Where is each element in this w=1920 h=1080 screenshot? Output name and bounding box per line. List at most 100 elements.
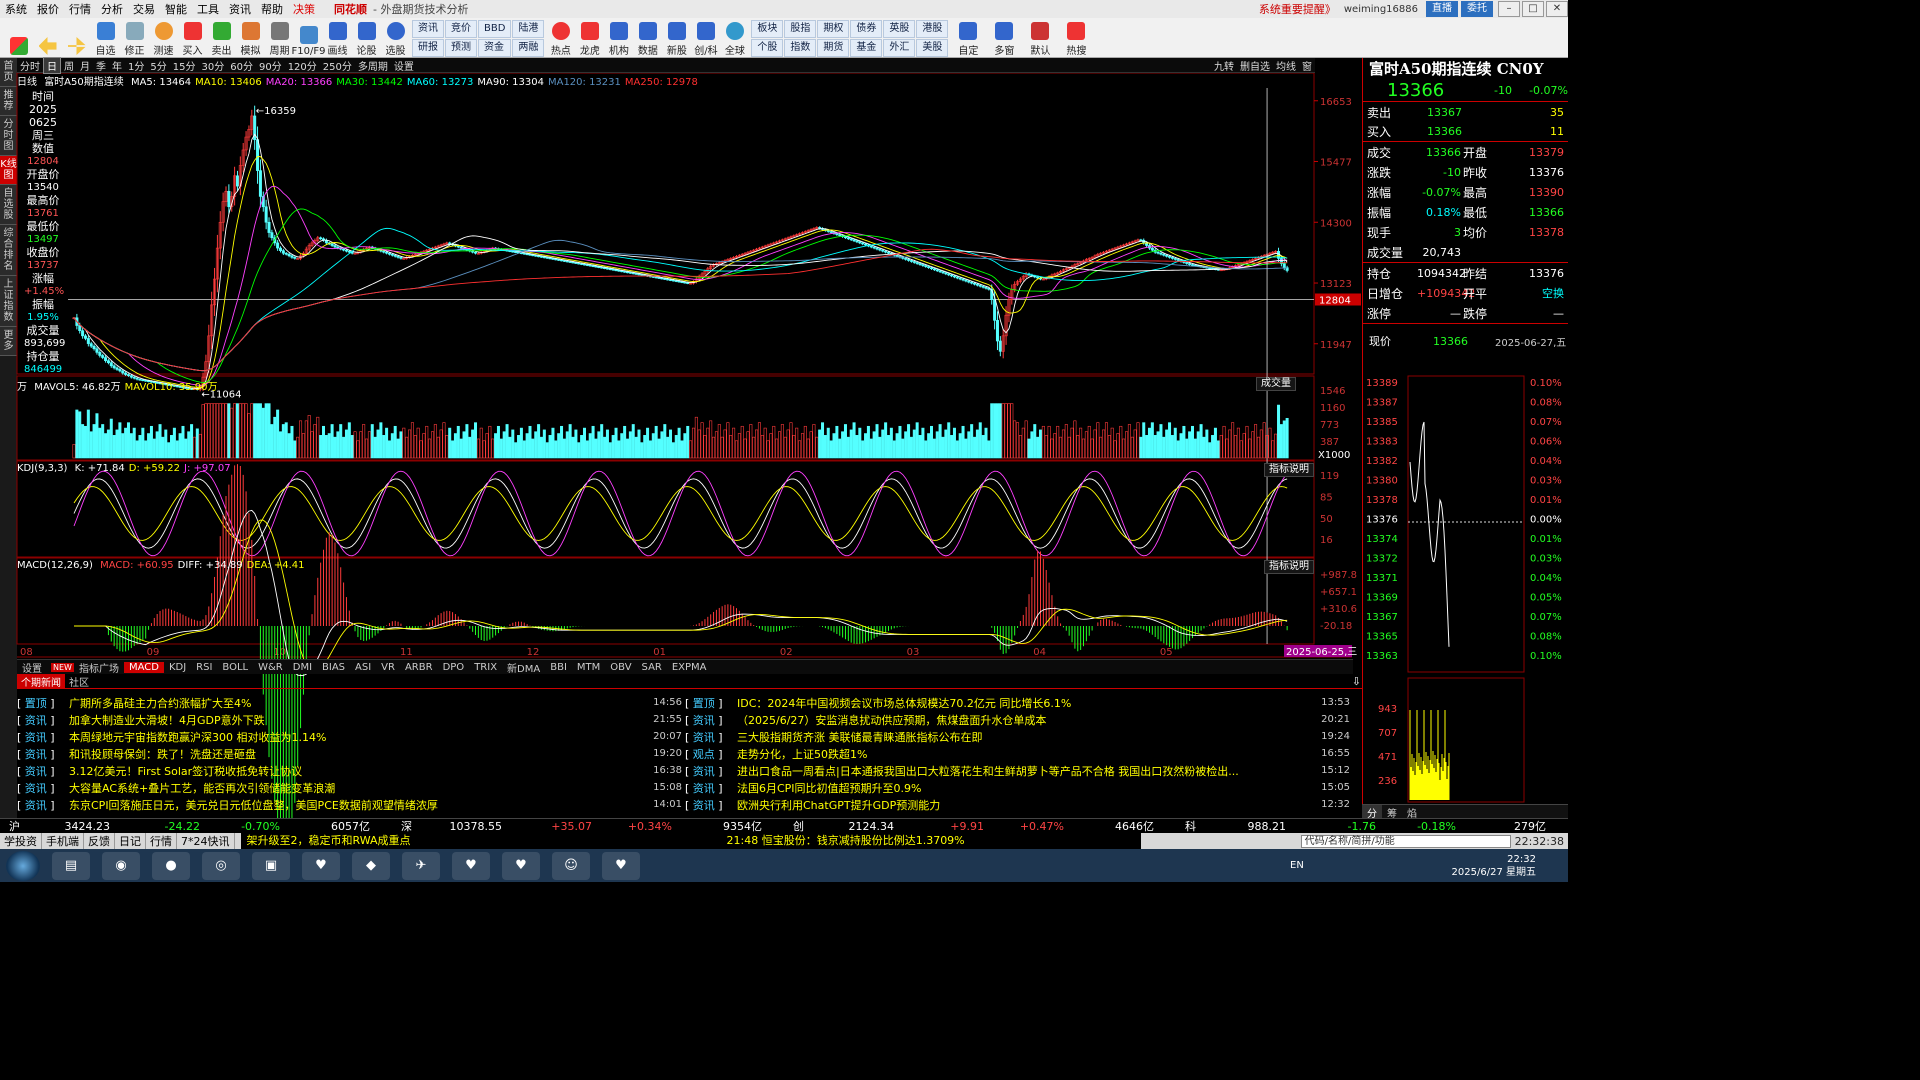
news-item[interactable]: [ 资讯 ] （2025/6/27）安监消息扰动供应预期，焦煤盘面升水仓单成本 20… [685,711,1350,728]
news-item[interactable]: [ 资讯 ] 和讯投顾母保剑：跌了！洗盘还是砸盘 19:20 [17,745,682,762]
news-item[interactable]: [ 置顶 ] 广期所多晶硅主力合约涨幅扩大至4% 14:56 [17,694,682,711]
cards2-icon[interactable]: ♥ [452,851,490,880]
indicator-bias[interactable]: BIAS [317,662,350,673]
news-item[interactable]: [ 资讯 ] 东京CPI回落施压日元，美元兑日元低位盘整，美国PCE数据前观望情绪… [17,796,682,813]
y-tick-label: 16653 [1320,97,1352,108]
indicator-vr[interactable]: VR [376,662,400,673]
period-multi[interactable]: 多周期 [355,58,391,73]
news-item[interactable]: [ 资讯 ] 本周绿地元宇宙指数跑赢沪深300 相对收益为1.14% 20:07 [17,728,682,745]
indicator-newdma[interactable]: 新DMA [502,660,545,675]
ticker-index[interactable]: 科 988.21 -1.76 -0.18% 279亿 [1176,818,1568,834]
news-item[interactable]: [ 资讯 ] 法国6月CPI同比初值超预期升至0.9% 15:05 [685,779,1350,796]
tool-remove-watch[interactable]: 删自选 [1237,58,1273,73]
indicator-dmi[interactable]: DMI [288,662,317,673]
tool-ma[interactable]: 均线 [1273,58,1299,73]
cards4-icon[interactable]: ♥ [602,851,640,880]
intraday-mini-chart[interactable]: 13389 0.10% 13387 0.08% 13385 0.07% 13383 0.06%… [1362,372,1568,804]
folder-icon[interactable]: ▤ [52,851,90,880]
volume-selector[interactable]: 成交量 [1256,377,1296,391]
indicator-rsi[interactable]: RSI [191,662,217,673]
indicator-bbi[interactable]: BBI [545,662,572,673]
bottom-mobile[interactable]: 手机端 [42,833,84,849]
indicator-square[interactable]: 指标广场 [74,660,124,675]
mini-tab-flame[interactable]: 焰 [1402,805,1422,820]
bottom-diary[interactable]: 日记 [115,833,146,849]
volume-bar [408,429,412,459]
news-item[interactable]: [ 观点 ] 走势分化，上证50跌超1% 16:55 [685,745,1350,762]
period-90min[interactable]: 90分 [256,58,285,73]
volume-bar [763,427,767,459]
bid-row[interactable]: 买入 13366 11 [1363,122,1568,142]
news-item[interactable]: [ 资讯 ] 3.12亿美元！First Solar签订税收抵免转让协议 16:38 [17,762,682,779]
period-month[interactable]: 月 [77,58,93,73]
macd-help-button[interactable]: 指标说明 [1264,560,1314,574]
indicator-trix[interactable]: TRIX [469,662,502,673]
period-60min[interactable]: 60分 [227,58,256,73]
period-15min[interactable]: 15分 [170,58,199,73]
mini-tab-timeshare[interactable]: 分 [1362,805,1382,820]
quote-stat-value: 13366 [1426,145,1461,159]
cards-icon[interactable]: ♥ [302,851,340,880]
qq-icon[interactable]: ☺ [552,851,590,880]
news-item[interactable]: [ 资讯 ] 加拿大制造业大滑坡！4月GDP意外下跌 21:55 [17,711,682,728]
period-5min[interactable]: 5分 [147,58,169,73]
period-30min[interactable]: 30分 [198,58,227,73]
period-1min[interactable]: 1分 [125,58,147,73]
indicator-kdj[interactable]: KDJ [164,662,191,673]
ticker-index[interactable]: 沪 3424.23 -24.22 -0.70% 6057亿 [0,818,392,834]
news-item[interactable]: [ 资讯 ] 大容量AC系统+叠片工艺，能否再次引领储能变革浪潮 15:08 [17,779,682,796]
ticker-index[interactable]: 创 2124.34 +9.91 +0.47% 4646亿 [784,818,1176,834]
news-marquee-2[interactable]: 21:48 恒宝股份：钱京减持股份比例达1.3709% [720,833,1141,849]
indicator-wr[interactable]: W&R [253,662,288,673]
browser-icon[interactable]: ◉ [102,851,140,880]
tool-nine-turn[interactable]: 九转 [1211,58,1237,73]
bottom-feedback[interactable]: 反馈 [84,833,115,849]
ticker-index[interactable]: 深 10378.55 +35.07 +0.34% 9354亿 [392,818,784,834]
period-settings[interactable]: 设置 [391,58,417,73]
period-120min[interactable]: 120分 [285,58,320,73]
indicator-expma[interactable]: EXPMA [667,662,712,673]
period-day[interactable]: 日 [43,56,61,74]
code-search-input[interactable]: 代码/名称/简拼/功能 [1300,834,1511,848]
tray-lang[interactable]: EN [1290,859,1304,872]
indicator-obv[interactable]: OBV [605,662,636,673]
news-marquee[interactable]: 架升级至2，稳定币和RWA成重点 [240,833,721,849]
tool-window[interactable]: 窗 [1299,58,1315,73]
news-item[interactable]: [ 资讯 ] 进出口食品一周看点|日本通报我国出口大粒落花生和生鲜胡萝卜等产品不合… [685,762,1350,779]
mini-tab-chips[interactable]: 筹 [1382,805,1402,820]
firefox-icon[interactable]: ● [152,851,190,880]
app2-icon[interactable]: ▣ [252,851,290,880]
volume-bar [683,433,687,459]
period-250min[interactable]: 250分 [320,58,355,73]
bottom-market[interactable]: 行情 [146,833,177,849]
indicator-asi[interactable]: ASI [350,662,376,673]
cards3-icon[interactable]: ♥ [502,851,540,880]
news-item[interactable]: [ 资讯 ] 三大股指期货齐涨 美联储最青睐通胀指标公布在即 19:24 [685,728,1350,745]
volume-bar [809,431,813,459]
tab-futures-news[interactable]: 个期新闻 [17,674,65,689]
indicator-dpo[interactable]: DPO [438,662,470,673]
news-item[interactable]: [ 资讯 ] 欧洲央行利用ChatGPT提升GDP预测能力 12:32 [685,796,1350,813]
period-week[interactable]: 周 [61,58,77,73]
indicator-mtm[interactable]: MTM [572,662,605,673]
volume-bar [499,438,503,459]
indicator-macd[interactable]: MACD [123,661,164,673]
indicator-arbr[interactable]: ARBR [400,662,438,673]
news-item[interactable]: [ 置顶 ] IDC：2024年中国视频会议市场总体规模达70.2亿元 同比增长6… [685,694,1350,711]
tab-community[interactable]: 社区 [65,674,93,689]
volume-bar [932,438,936,459]
app-icon[interactable]: ◎ [202,851,240,880]
period-year[interactable]: 年 [109,58,125,73]
app4-icon[interactable]: ✈ [402,851,440,880]
kdj-help-button[interactable]: 指标说明 [1264,463,1314,477]
bottom-learn[interactable]: 学投资 [0,833,42,849]
indicator-settings[interactable]: 设置 [17,660,47,675]
start-button-icon[interactable] [6,850,40,881]
period-timeshare[interactable]: 分时 [17,58,43,73]
indicator-sar[interactable]: SAR [637,662,667,673]
period-quarter[interactable]: 季 [93,58,109,73]
ask-row[interactable]: 卖出 13367 35 [1363,102,1568,122]
indicator-boll[interactable]: BOLL [217,662,253,673]
bottom-724[interactable]: 7*24快讯 [177,833,235,849]
app3-icon[interactable]: ◆ [352,851,390,880]
